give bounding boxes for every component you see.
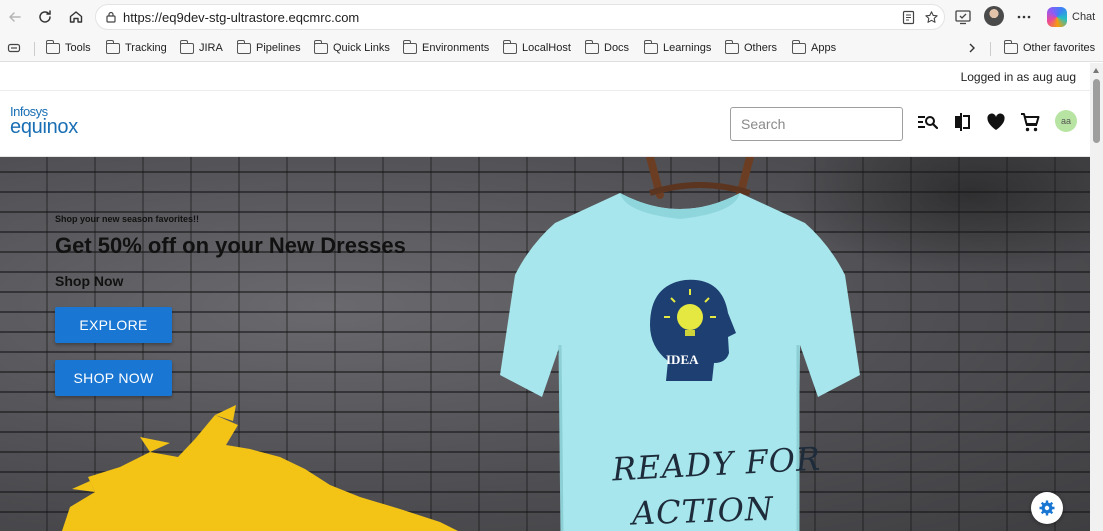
wishlist-heart-icon[interactable] xyxy=(985,111,1007,133)
bookmark-label: Environments xyxy=(422,42,490,54)
folder-icon xyxy=(313,39,328,54)
bookmark-folder-docs[interactable]: Docs xyxy=(584,39,630,56)
collections-icon[interactable] xyxy=(7,41,21,55)
folder-icon xyxy=(1003,39,1018,54)
copilot-icon xyxy=(1047,7,1067,27)
folder-icon xyxy=(179,39,194,54)
compare-icon[interactable] xyxy=(951,111,973,133)
hero-headline: Get 50% off on your New Dresses xyxy=(55,233,406,258)
folder-icon xyxy=(791,39,806,54)
profile-avatar[interactable] xyxy=(984,6,1004,26)
lock-icon xyxy=(106,11,116,23)
chevron-right-icon[interactable] xyxy=(966,42,978,54)
favorite-star-icon[interactable] xyxy=(924,10,939,25)
bookmarks-divider xyxy=(34,42,35,56)
login-status-bar: Logged in as aug aug xyxy=(0,63,1090,91)
login-status-text: Logged in as aug aug xyxy=(960,70,1076,84)
bookmark-label: Other favorites xyxy=(1023,42,1096,54)
bookmarks-divider xyxy=(990,42,991,56)
back-button[interactable] xyxy=(4,6,26,28)
folder-icon xyxy=(45,39,60,54)
bookmark-folder-quick-links[interactable]: Quick Links xyxy=(313,39,390,56)
folder-icon xyxy=(105,39,120,54)
refresh-icon xyxy=(39,10,51,23)
bookmark-folder-learnings[interactable]: Learnings xyxy=(643,39,712,56)
bookmark-folder-other-favorites[interactable]: Other favorites xyxy=(1003,39,1096,56)
cart-icon[interactable] xyxy=(1019,111,1041,133)
shop-now-button[interactable]: SHOP NOW xyxy=(55,360,172,396)
settings-fab-button[interactable] xyxy=(1031,492,1063,524)
scroll-thumb[interactable] xyxy=(1093,79,1100,143)
bookmark-label: Apps xyxy=(811,42,837,54)
bookmark-label: Docs xyxy=(604,42,630,54)
bookmark-label: Pipelines xyxy=(256,42,301,54)
hero-banner: IDEA READY FOR ACTION Shop your new seas… xyxy=(0,157,1090,531)
copilot-chat-button[interactable]: Chat xyxy=(1047,6,1095,28)
bookmark-folder-tools[interactable]: Tools xyxy=(45,39,91,56)
bookmark-folder-environments[interactable]: Environments xyxy=(402,39,490,56)
gear-icon xyxy=(1039,500,1055,516)
bookmark-label: JIRA xyxy=(199,42,223,54)
hero-tagline: Shop your new season favorites!! xyxy=(55,214,200,224)
scroll-up-arrow[interactable] xyxy=(1093,68,1099,73)
user-avatar[interactable]: aa xyxy=(1055,110,1077,132)
chat-label: Chat xyxy=(1072,11,1096,23)
back-icon xyxy=(9,12,21,22)
folder-icon xyxy=(584,39,599,54)
bookmark-label: Learnings xyxy=(663,42,712,54)
bookmark-folder-others[interactable]: Others xyxy=(724,39,778,56)
bookmark-label: Tools xyxy=(65,42,91,54)
bookmark-folder-jira[interactable]: JIRA xyxy=(179,39,223,56)
browser-toolbar: https://eq9dev-stg-ultrastore.eqcmrc.com… xyxy=(0,0,1103,34)
home-icon xyxy=(69,11,83,23)
explore-button[interactable]: EXPLORE xyxy=(55,307,172,343)
bookmark-folder-localhost[interactable]: LocalHost xyxy=(502,39,571,56)
bookmark-folder-tracking[interactable]: Tracking xyxy=(105,39,167,56)
address-bar[interactable]: https://eq9dev-stg-ultrastore.eqcmrc.com xyxy=(95,4,945,30)
hero-subheading: Shop Now xyxy=(55,273,124,289)
tshirt-print-line2: ACTION xyxy=(631,489,775,531)
paint-splash-image xyxy=(62,405,458,531)
screen-cast-icon[interactable] xyxy=(954,8,972,26)
folder-icon xyxy=(643,39,658,54)
page-scrollbar[interactable] xyxy=(1090,63,1103,531)
folder-icon xyxy=(502,39,517,54)
refresh-button[interactable] xyxy=(34,6,56,28)
folder-icon xyxy=(402,39,417,54)
reader-mode-icon[interactable] xyxy=(901,10,916,25)
bookmark-folder-pipelines[interactable]: Pipelines xyxy=(236,39,301,56)
bookmark-label: LocalHost xyxy=(522,42,571,54)
folder-icon xyxy=(724,39,739,54)
web-page: Logged in as aug aug Infosys equinox aa xyxy=(0,63,1103,531)
bookmark-label: Others xyxy=(744,42,778,54)
bookmark-folder-apps[interactable]: Apps xyxy=(791,39,837,56)
home-button[interactable] xyxy=(65,6,87,28)
bookmark-label: Quick Links xyxy=(333,42,390,54)
bookmark-label: Tracking xyxy=(125,42,167,54)
tshirt-badge-text: IDEA xyxy=(666,352,699,367)
search-input[interactable] xyxy=(730,107,903,141)
logo-product: equinox xyxy=(10,116,78,138)
site-header: Infosys equinox aa xyxy=(0,91,1090,157)
folder-icon xyxy=(236,39,251,54)
url-text: https://eq9dev-stg-ultrastore.eqcmrc.com xyxy=(123,10,360,25)
more-icon[interactable] xyxy=(1015,8,1033,26)
bookmarks-bar: Tools Tracking JIRA Pipelines Quick Link… xyxy=(0,34,1103,62)
search-list-icon[interactable] xyxy=(916,111,938,133)
